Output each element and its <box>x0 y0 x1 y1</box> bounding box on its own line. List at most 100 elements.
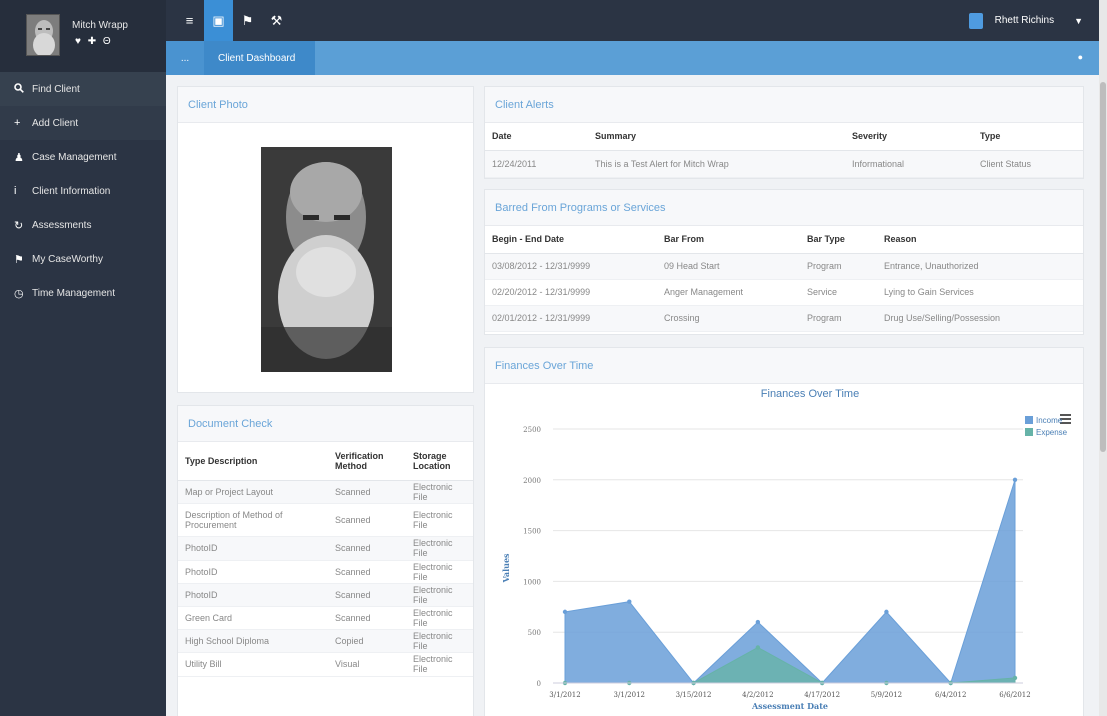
table-cell: Electronic File <box>406 503 473 537</box>
table-row[interactable]: PhotoID Scanned Electronic File <box>178 536 473 561</box>
sidebar-item-label: Find Client <box>32 83 80 95</box>
user-icon: ♟ <box>14 151 24 164</box>
legend-label-income: Income <box>1036 416 1063 425</box>
table-cell: Program <box>800 253 877 280</box>
column-header: Bar From <box>657 226 800 254</box>
document-check-table: Type Description Verification Method Sto… <box>178 442 473 677</box>
table-cell: Scanned <box>328 503 406 537</box>
table-row[interactable]: Map or Project Layout Scanned Electronic… <box>178 480 473 504</box>
table-row[interactable]: 12/24/2011 This is a Test Alert for Mitc… <box>485 150 1083 178</box>
sidebar-item-time-management[interactable]: ◷ Time Management <box>0 276 166 310</box>
data-point-income <box>627 599 632 604</box>
client-avatar <box>26 14 60 56</box>
x-axis-label: Assessment Date <box>751 701 828 711</box>
scrollbar-thumb[interactable] <box>1100 82 1106 452</box>
menu-toggle-button[interactable]: ≡ <box>175 0 204 41</box>
column-header: Verification Method <box>328 442 406 481</box>
breadcrumb-action-icon[interactable]: ● <box>1078 52 1083 62</box>
table-row[interactable]: Description of Method of Procurement Sca… <box>178 503 473 537</box>
client-alerts-panel: Client Alerts Date Summary Severity Type… <box>484 86 1084 179</box>
sidebar-item-my-caseworthy[interactable]: ⚑ My CaseWorthy <box>0 242 166 276</box>
table-cell: Electronic File <box>406 583 473 607</box>
user-name: Rhett Richins <box>994 15 1055 26</box>
top-bar: ≡ ▣ ⚑ ⚒ Rhett Richins ▼ <box>166 0 1099 41</box>
table-cell: Scanned <box>328 606 406 630</box>
table-row[interactable]: PhotoID Scanned Electronic File <box>178 583 473 607</box>
client-alerts-table: Date Summary Severity Type 12/24/2011 Th… <box>485 123 1083 178</box>
data-point-income <box>755 619 761 625</box>
table-row[interactable]: Utility Bill Visual Electronic File <box>178 652 473 677</box>
y-tick-label: 2000 <box>523 477 541 485</box>
column-header: Type <box>973 123 1083 151</box>
breadcrumb: ... Client Dashboard ● <box>166 41 1099 75</box>
table-cell: Lying to Gain Services <box>877 279 1083 306</box>
table-cell: Map or Project Layout <box>178 480 328 504</box>
data-point-expense <box>755 645 761 650</box>
client-profile: Mitch Wrapp ♥ ✚ Θ <box>0 0 166 72</box>
table-cell: Client Status <box>973 150 1083 178</box>
table-cell: Drug Use/Selling/Possession <box>877 305 1083 332</box>
table-cell: 02/20/2012 - 12/31/9999 <box>485 279 657 306</box>
x-tick-label: 3/15/2012 <box>676 691 712 699</box>
dashboard-button[interactable]: ▣ <box>204 0 233 41</box>
table-row[interactable]: PhotoID Scanned Electronic File <box>178 560 473 584</box>
sidebar-item-add-client[interactable]: + Add Client <box>0 106 166 140</box>
group-icon: ⚑ <box>14 253 24 266</box>
x-tick-label: 6/4/2012 <box>935 691 966 699</box>
table-cell: 09 Head Start <box>657 253 800 280</box>
sidebar-item-client-information[interactable]: i Client Information <box>0 174 166 208</box>
sidebar-item-label: Client Information <box>32 185 111 197</box>
x-tick-label: 4/17/2012 <box>804 691 840 699</box>
data-point-income <box>562 609 568 615</box>
data-point-income <box>884 609 889 615</box>
table-row[interactable]: 02/01/2012 - 12/31/9999 Crossing Program… <box>485 305 1083 332</box>
hamburger-icon: ≡ <box>185 13 194 28</box>
finances-panel: Finances Over Time Finances Over Time 0 50… <box>484 347 1084 716</box>
client-name: Mitch Wrapp <box>72 20 128 31</box>
users-icon: ⚑ <box>241 12 254 28</box>
breadcrumb-home[interactable]: ... <box>166 41 204 75</box>
table-cell: 02/01/2012 - 12/31/9999 <box>485 305 657 332</box>
chevron-down-icon: ▼ <box>1074 15 1083 26</box>
sidebar-item-label: Case Management <box>32 151 117 163</box>
user-menu[interactable]: Rhett Richins ▼ <box>968 0 1083 41</box>
table-cell: This is a Test Alert for Mitch Wrap <box>588 150 845 178</box>
y-tick-label: 500 <box>528 629 541 637</box>
document-check-panel: Document Check Type Description Verifica… <box>177 405 474 716</box>
search-icon <box>14 82 32 96</box>
table-cell: Visual <box>328 652 406 677</box>
barred-programs-table: Begin - End Date Bar From Bar Type Reaso… <box>485 226 1083 332</box>
client-photo-title: Client Photo <box>178 87 473 123</box>
column-header: Type Description <box>178 442 328 481</box>
chart-title: Finances Over Time <box>761 388 859 400</box>
y-tick-label: 0 <box>537 680 541 688</box>
x-tick-label: 3/1/2012 <box>549 691 580 699</box>
table-row[interactable]: 03/08/2012 - 12/31/9999 09 Head Start Pr… <box>485 253 1083 280</box>
sidebar-item-case-management[interactable]: ♟ Case Management <box>0 140 166 174</box>
table-row[interactable]: High School Diploma Copied Electronic Fi… <box>178 629 473 653</box>
table-cell: Entrance, Unauthorized <box>877 253 1083 280</box>
data-point-income <box>1012 477 1018 482</box>
column-header: Severity <box>845 123 973 151</box>
table-cell: Scanned <box>328 560 406 584</box>
sidebar: Mitch Wrapp ♥ ✚ Θ Find Client + Add Clie… <box>0 0 166 716</box>
table-cell: Electronic File <box>406 536 473 561</box>
column-header: Storage Location <box>406 442 473 481</box>
refresh-icon: ↻ <box>14 219 24 232</box>
users-button[interactable]: ⚑ <box>233 0 262 41</box>
table-header-row: Begin - End Date Bar From Bar Type Reaso… <box>485 226 1083 254</box>
table-cell: PhotoID <box>178 583 328 607</box>
x-tick-label: 5/9/2012 <box>871 691 902 699</box>
sidebar-item-label: Time Management <box>32 287 115 299</box>
table-cell: 03/08/2012 - 12/31/9999 <box>485 253 657 280</box>
legend-label-expense: Expense <box>1036 428 1068 437</box>
table-row[interactable]: 02/20/2012 - 12/31/9999 Anger Management… <box>485 279 1083 306</box>
main-content: Client Photo Document Check Type Descrip… <box>166 75 1099 716</box>
table-header-row: Type Description Verification Method Sto… <box>178 442 473 481</box>
sidebar-item-find-client[interactable]: Find Client <box>0 72 166 106</box>
tools-button[interactable]: ⚒ <box>262 0 291 41</box>
sidebar-item-assessments[interactable]: ↻ Assessments <box>0 208 166 242</box>
table-row[interactable]: Green Card Scanned Electronic File <box>178 606 473 630</box>
scrollbar[interactable] <box>1099 0 1107 716</box>
breadcrumb-current[interactable]: Client Dashboard <box>204 41 316 75</box>
